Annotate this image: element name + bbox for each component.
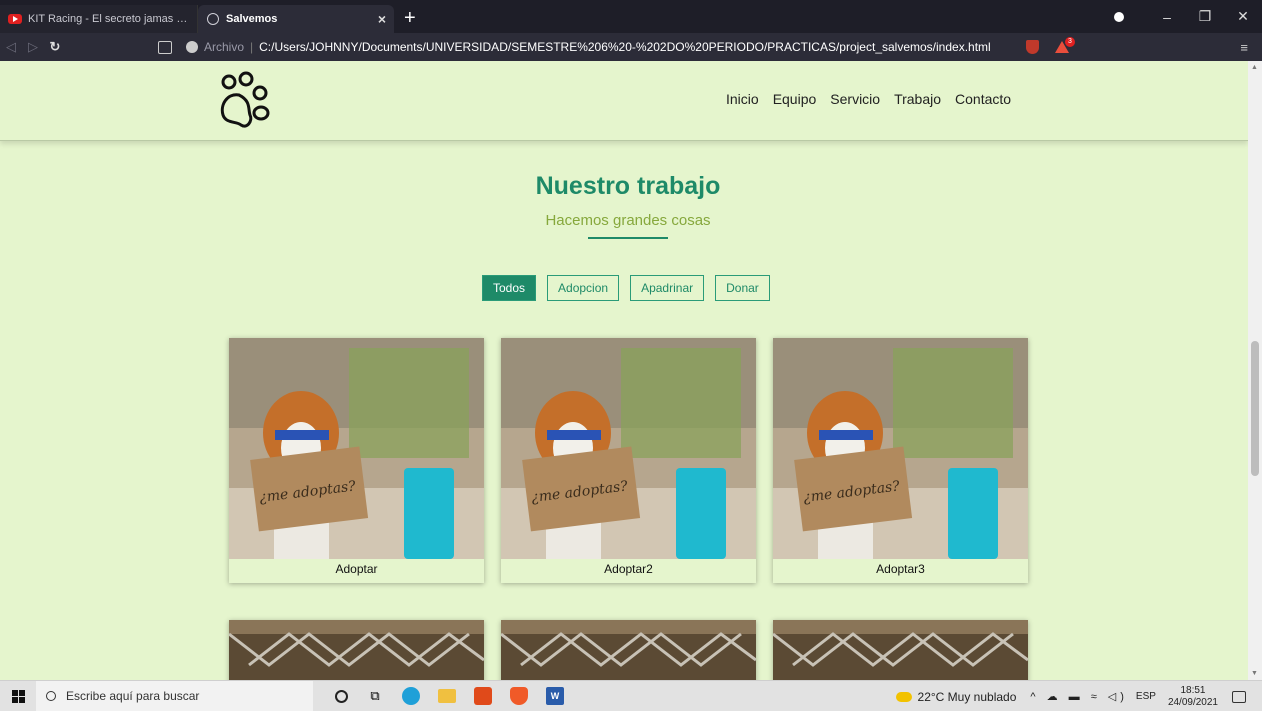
tray-icons[interactable]: ^ ☁ ▬ ≈ ◁) bbox=[1030, 690, 1128, 703]
fence-dog-photo bbox=[229, 620, 484, 680]
portfolio-card[interactable] bbox=[773, 620, 1028, 680]
brave-rewards-icon[interactable]: 3 bbox=[1055, 37, 1075, 53]
task-view-icon[interactable]: ⧉ bbox=[366, 687, 384, 705]
address-separator: | bbox=[250, 40, 254, 54]
clock-time: 18:51 bbox=[1180, 684, 1206, 696]
notifications-icon[interactable] bbox=[1232, 690, 1246, 703]
tab-salvemos[interactable]: Salvemos × bbox=[198, 5, 394, 33]
minimize-button[interactable]: – bbox=[1148, 9, 1186, 25]
taskbar-search-box[interactable]: Escribe aquí para buscar bbox=[36, 680, 313, 711]
portfolio-card[interactable] bbox=[501, 620, 756, 680]
browser-menu-icon[interactable]: ≡ bbox=[1240, 40, 1248, 55]
profile-icon[interactable] bbox=[1110, 9, 1148, 25]
brave-shield-icon[interactable] bbox=[1026, 40, 1039, 54]
notification-badge: 3 bbox=[1065, 37, 1075, 47]
main-nav: Inicio Equipo Servicio Trabajo Contacto bbox=[726, 91, 1011, 107]
start-button[interactable] bbox=[0, 681, 36, 711]
paw-logo-icon[interactable] bbox=[217, 71, 279, 129]
close-window-button[interactable]: ✕ bbox=[1224, 8, 1262, 25]
search-placeholder: Escribe aquí para buscar bbox=[66, 689, 200, 703]
card-caption: Adoptar2 bbox=[604, 562, 653, 576]
nav-link-equipo[interactable]: Equipo bbox=[773, 91, 817, 107]
system-tray: 22°C Muy nublado ^ ☁ ▬ ≈ ◁) ESP 18:51 24… bbox=[895, 681, 1262, 711]
window-controls: – ❐ ✕ bbox=[1110, 0, 1262, 33]
word-icon[interactable]: W bbox=[546, 687, 564, 705]
clock[interactable]: 18:51 24/09/2021 bbox=[1168, 685, 1218, 709]
section-title: Nuestro trabajo bbox=[535, 172, 721, 200]
globe-icon bbox=[206, 12, 220, 26]
close-tab-icon[interactable]: × bbox=[378, 11, 386, 27]
scroll-down-icon[interactable]: ▼ bbox=[1251, 670, 1258, 677]
filter-todos-button[interactable]: Todos bbox=[482, 275, 537, 301]
tab-title: Salvemos bbox=[226, 13, 278, 25]
fence-dog-photo bbox=[501, 620, 756, 680]
title-underline bbox=[588, 237, 668, 239]
edge-icon[interactable] bbox=[402, 687, 420, 705]
site-header: Inicio Equipo Servicio Trabajo Contacto bbox=[0, 61, 1248, 141]
browser-tab-bar: KIT Racing - El secreto jamas contado Sa… bbox=[0, 0, 1262, 33]
address-protocol-label: Archivo bbox=[204, 40, 245, 54]
search-icon bbox=[46, 691, 56, 701]
bookmark-icon[interactable] bbox=[158, 40, 172, 54]
tab-title: KIT Racing - El secreto jamas contado bbox=[28, 13, 189, 25]
youtube-icon bbox=[8, 12, 22, 26]
portfolio-card[interactable]: ¿me adoptas? Adoptar3 bbox=[773, 338, 1028, 583]
address-url[interactable]: C:/Users/JOHNNY/Documents/UNIVERSIDAD/SE… bbox=[259, 40, 991, 54]
page-scrollbar[interactable]: ▲ ▼ bbox=[1248, 61, 1262, 680]
section-subtitle: Hacemos grandes cosas bbox=[545, 212, 711, 229]
dog-adoption-photo: ¿me adoptas? bbox=[229, 338, 484, 559]
language-indicator[interactable]: ESP bbox=[1136, 691, 1156, 702]
clock-date: 24/09/2021 bbox=[1167, 696, 1218, 708]
portfolio-card[interactable]: ¿me adoptas? Adoptar bbox=[229, 338, 484, 583]
file-explorer-icon[interactable] bbox=[438, 689, 456, 703]
dog-adoption-photo: ¿me adoptas? bbox=[773, 338, 1028, 559]
nav-link-inicio[interactable]: Inicio bbox=[726, 91, 759, 107]
site-info-icon[interactable] bbox=[186, 41, 198, 53]
filter-apadrinar-button[interactable]: Apadrinar bbox=[630, 275, 705, 301]
nav-link-servicio[interactable]: Servicio bbox=[830, 91, 880, 107]
office-icon[interactable] bbox=[474, 687, 492, 705]
browser-toolbar: ◁ ▷ ↻ Archivo | C:/Users/JOHNNY/Document… bbox=[0, 33, 1262, 61]
fence-dog-photo bbox=[773, 620, 1028, 680]
windows-taskbar: Escribe aquí para buscar ⧉ W 22°C Muy nu… bbox=[0, 680, 1262, 711]
new-tab-button[interactable]: + bbox=[404, 5, 416, 33]
maximize-button[interactable]: ❐ bbox=[1186, 8, 1224, 25]
nav-link-contacto[interactable]: Contacto bbox=[955, 91, 1011, 107]
filter-adopcion-button[interactable]: Adopcion bbox=[547, 275, 620, 301]
reload-icon[interactable]: ↻ bbox=[44, 39, 66, 55]
dog-adoption-photo: ¿me adoptas? bbox=[501, 338, 756, 559]
address-bar[interactable]: Archivo | C:/Users/JOHNNY/Documents/UNIV… bbox=[186, 40, 1006, 54]
card-caption: Adoptar3 bbox=[876, 562, 925, 576]
windows-logo-icon bbox=[11, 689, 25, 703]
pinned-apps: ⧉ W bbox=[335, 687, 564, 705]
weather-icon bbox=[895, 691, 912, 702]
portfolio-filters: Todos Adopcion Apadrinar Donar bbox=[482, 275, 770, 301]
cortana-icon[interactable] bbox=[335, 689, 348, 703]
extensions-area: 3 bbox=[1026, 37, 1075, 54]
page-content: Inicio Equipo Servicio Trabajo Contacto … bbox=[0, 61, 1248, 680]
scroll-up-icon[interactable]: ▲ bbox=[1251, 64, 1258, 71]
nav-link-trabajo[interactable]: Trabajo bbox=[894, 91, 941, 107]
card-caption: Adoptar bbox=[335, 562, 378, 576]
filter-donar-button[interactable]: Donar bbox=[715, 275, 770, 301]
tab-kit-racing[interactable]: KIT Racing - El secreto jamas contado bbox=[0, 5, 198, 33]
weather-text[interactable]: 22°C Muy nublado bbox=[918, 690, 1017, 704]
back-icon[interactable]: ◁ bbox=[0, 39, 22, 55]
forward-icon[interactable]: ▷ bbox=[22, 39, 44, 55]
brave-icon[interactable] bbox=[510, 687, 528, 705]
scrollbar-thumb[interactable] bbox=[1251, 341, 1259, 476]
portfolio-card[interactable] bbox=[229, 620, 484, 680]
portfolio-card[interactable]: ¿me adoptas? Adoptar2 bbox=[501, 338, 756, 583]
